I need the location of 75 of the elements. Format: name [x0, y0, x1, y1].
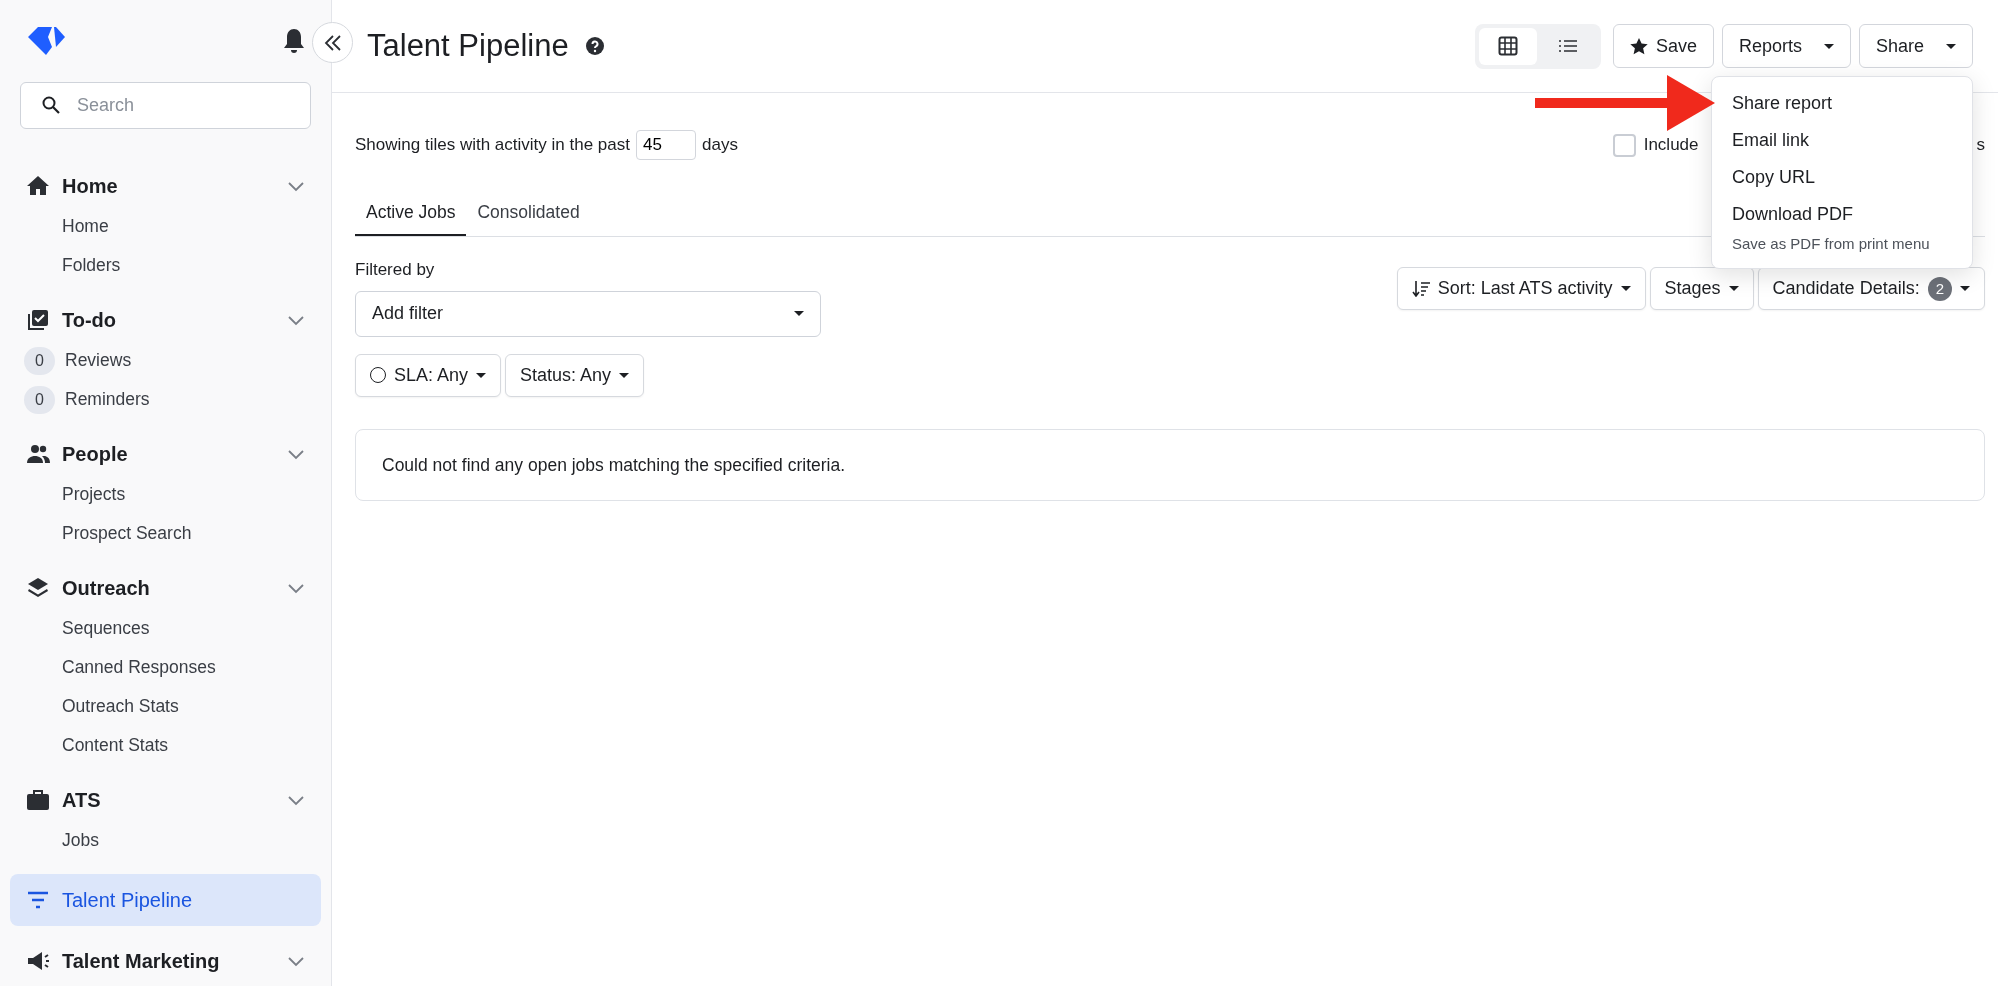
nav-item[interactable]: Content Stats — [10, 726, 321, 765]
toolbar-button[interactable]: Sort: Last ATS activity — [1396, 267, 1646, 311]
nav-section[interactable]: Outreach — [10, 567, 321, 609]
checkbox-label: s — [1976, 134, 1985, 157]
menu-item[interactable]: Email link — [1712, 122, 1972, 159]
nav-item[interactable]: Prospect Search — [10, 514, 321, 553]
filter-label: Filtered by — [355, 259, 436, 282]
layers-icon — [26, 576, 50, 600]
megaphone-icon — [26, 949, 50, 973]
nav-item[interactable]: 0 Reminders — [10, 380, 321, 419]
nav-item[interactable]: 0 Reviews — [10, 341, 321, 380]
nav-section[interactable]: Talent Marketing — [10, 940, 321, 982]
logo-icon — [26, 25, 66, 57]
header-button[interactable]: Reports — [1721, 24, 1851, 68]
toolbar-button[interactable]: Candidate Details: 2 — [1757, 267, 1985, 311]
menu-item[interactable]: Download PDF — [1712, 196, 1972, 233]
include-checkbox[interactable] — [1612, 133, 1636, 157]
nav-item[interactable]: Outreach Stats — [10, 687, 321, 726]
empty-message: Could not find any open jobs matching the specified criteria. — [382, 453, 846, 477]
briefcase-icon — [26, 788, 50, 812]
menu-item[interactable]: Share report — [1712, 85, 1972, 122]
nav-section[interactable]: Talent Pipeline — [10, 874, 321, 926]
count-badge: 2 — [1927, 276, 1952, 301]
star-icon — [1629, 37, 1648, 55]
search-icon — [42, 96, 60, 114]
list-icon — [1558, 39, 1577, 53]
nav-item[interactable]: Canned Responses — [10, 648, 321, 687]
home-icon — [26, 174, 50, 198]
filter-select[interactable]: Add filter — [355, 290, 821, 337]
filter-chip[interactable]: Status: Any — [505, 353, 645, 397]
chevron-down-icon — [287, 448, 305, 460]
bell-icon[interactable] — [283, 28, 305, 54]
search-field[interactable]: Search — [20, 82, 311, 129]
tab[interactable]: Active Jobs — [355, 197, 467, 237]
days-input[interactable]: 45 — [635, 130, 696, 160]
chevron-down-icon — [287, 314, 305, 326]
view-toggle[interactable] — [1478, 27, 1537, 65]
double-chevron-icon — [323, 34, 342, 51]
header-button[interactable]: Save — [1612, 24, 1714, 68]
caret-icon — [619, 372, 630, 378]
toolbar-button[interactable]: Stages — [1649, 267, 1754, 311]
nav-item[interactable]: Sequences — [10, 609, 321, 648]
caret-icon — [1620, 286, 1631, 292]
nav-section[interactable]: ATS — [10, 779, 321, 821]
nav-section[interactable]: Home — [10, 165, 321, 207]
page-title: Talent Pipeline — [367, 27, 569, 65]
nav-item[interactable]: Folders — [10, 246, 321, 285]
caret-icon — [1960, 286, 1970, 292]
caret-icon — [1823, 43, 1834, 49]
grid-icon — [1497, 36, 1518, 56]
chevron-down-icon — [287, 582, 305, 594]
caret-icon — [476, 372, 487, 378]
nav-item[interactable]: Projects — [10, 475, 321, 514]
header-button[interactable]: Share — [1858, 24, 1973, 68]
caret-icon — [1946, 43, 1956, 49]
caret-icon — [1728, 286, 1739, 292]
caret-icon — [794, 311, 804, 317]
checklist-icon — [26, 308, 50, 332]
chevron-down-icon — [287, 180, 305, 192]
people-icon — [26, 442, 50, 466]
menu-item[interactable]: Copy URL — [1712, 159, 1972, 196]
filter-chip[interactable]: SLA: Any — [355, 353, 502, 397]
chevron-down-icon — [287, 794, 305, 806]
activity-text: days — [701, 134, 738, 157]
nav-item[interactable]: Jobs — [10, 821, 321, 860]
nav-section[interactable]: To-do — [10, 299, 321, 341]
help-icon[interactable] — [584, 36, 605, 56]
nav-item[interactable]: Home — [10, 207, 321, 246]
sort-icon — [1411, 280, 1430, 297]
nav-section[interactable]: People — [10, 433, 321, 475]
chevron-down-icon — [287, 955, 305, 967]
checkbox-label: Include — [1643, 134, 1699, 157]
activity-text: Showing tiles with activity in the past — [355, 134, 630, 157]
tab[interactable]: Consolidated — [466, 197, 591, 237]
menu-hint: Save as PDF from print menu — [1731, 234, 1931, 254]
